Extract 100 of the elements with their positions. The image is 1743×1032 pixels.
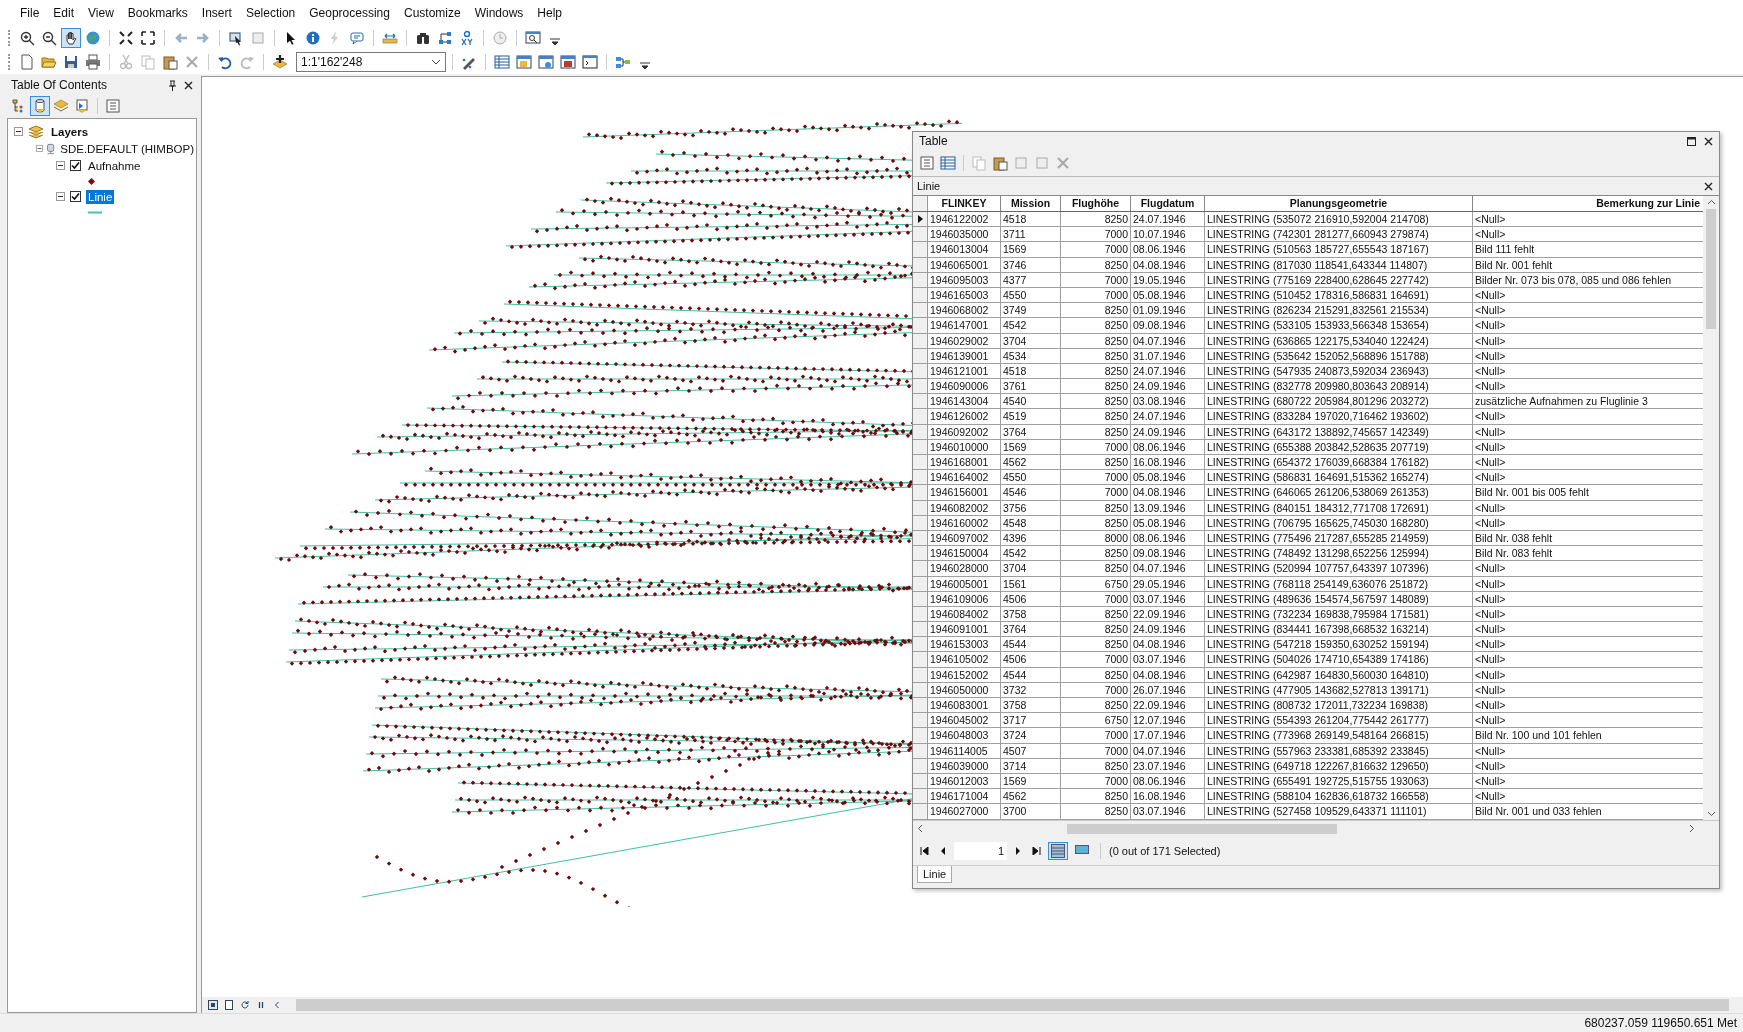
menu-item[interactable]: Edit (47, 4, 83, 22)
options-icon[interactable] (103, 96, 123, 116)
window-title: Table (919, 134, 949, 148)
catalog-window-icon[interactable] (514, 52, 534, 72)
table-cell: 1946050000 (928, 682, 1001, 697)
python-window-icon[interactable] (580, 52, 600, 72)
table-cell: 1946147001 (928, 318, 1001, 333)
layer-group-label[interactable]: Layers (49, 124, 91, 139)
table-cell: LINESTRING (817030 118541,643344 114807) (1205, 257, 1473, 272)
table-cell: 1946048003 (928, 728, 1001, 743)
table-cell: 3704 (1001, 333, 1061, 348)
table-cell: 4507 (1001, 743, 1061, 758)
table-cell: LINESTRING (646065 261206,538069 261353) (1205, 485, 1473, 500)
layer-label[interactable]: Linie (86, 189, 115, 204)
table-cell: 1946027000 (928, 804, 1001, 819)
table-cell: 8250 (1061, 257, 1131, 272)
last-record-icon[interactable] (1032, 846, 1041, 855)
menu-item[interactable]: Bookmarks (121, 4, 196, 22)
row-selector[interactable] (913, 212, 928, 227)
first-record-icon[interactable] (920, 846, 929, 855)
list-by-source-icon[interactable] (30, 96, 50, 116)
table-cell: LINESTRING (748492 131298,652256 125994) (1205, 546, 1473, 561)
table-cell: 24.09.1946 (1131, 622, 1205, 637)
layer-checkbox[interactable] (70, 191, 81, 202)
table-cell: 3714 (1001, 758, 1061, 773)
maximize-icon[interactable] (1687, 136, 1696, 146)
menu-item[interactable]: Help (531, 4, 571, 22)
fixed-zoom-out-icon[interactable] (138, 28, 158, 48)
table-cell: 7000 (1061, 485, 1131, 500)
table-window-icon[interactable] (492, 52, 512, 72)
menu-item[interactable]: Customize (397, 4, 469, 22)
table-tab[interactable]: Linie (917, 865, 953, 883)
table-cell: LINESTRING (636865 122175,534040 122424) (1205, 333, 1473, 348)
current-row-icon (917, 215, 923, 224)
refresh-icon[interactable] (238, 998, 252, 1012)
next-record-icon[interactable] (1015, 846, 1021, 855)
close-icon[interactable] (184, 80, 193, 90)
pin-icon[interactable] (168, 79, 177, 91)
layer-checkbox[interactable] (70, 160, 81, 171)
table-cell: 8250 (1061, 348, 1131, 363)
table-cell: LINESTRING (775169 228400,628645 227742) (1205, 272, 1473, 287)
table-cell: 3764 (1001, 424, 1061, 439)
table-cell: 1946097002 (928, 530, 1001, 546)
close-icon[interactable] (1704, 181, 1713, 191)
table-cell: 7000 (1061, 287, 1131, 303)
table-cell: 1946114005 (928, 743, 1001, 758)
previous-record-icon[interactable] (940, 846, 946, 855)
table-cell: 1946013004 (928, 242, 1001, 257)
menu-item[interactable]: View (82, 4, 122, 22)
dropdown-caret-icon[interactable] (431, 59, 441, 65)
scroll-left-icon[interactable] (917, 824, 923, 833)
table-cell: 1946090006 (928, 379, 1001, 394)
table-cell: 04.07.1946 (1131, 743, 1205, 758)
table-cell: 3761 (1001, 379, 1061, 394)
menu-item[interactable]: Windows (468, 4, 532, 22)
horizontal-scrollbar[interactable] (296, 999, 1729, 1011)
table-cell: LINESTRING (643172 138892,745657 142349) (1205, 424, 1473, 439)
related-tables-icon[interactable] (938, 153, 958, 173)
scroll-thumb[interactable] (1706, 209, 1716, 329)
scale-dropdown[interactable]: 1:1'162'248 (296, 52, 446, 72)
table-cell: 8250 (1061, 394, 1131, 409)
table-cell: 8000 (1061, 530, 1131, 546)
table-cell: LINESTRING (768118 254149,636076 251872) (1205, 576, 1473, 591)
menu-item[interactable]: Insert (195, 4, 240, 22)
scroll-up-icon[interactable] (1706, 199, 1716, 205)
table-cell: 3717 (1001, 713, 1061, 728)
table-cell: 24.09.1946 (1131, 379, 1205, 394)
layer-label[interactable]: Aufnahme (86, 158, 143, 173)
vertical-scrollbar[interactable] (1703, 196, 1719, 820)
menu-item[interactable]: Selection (239, 4, 304, 22)
table-cell: 09.08.1946 (1131, 546, 1205, 561)
table-options-icon[interactable] (917, 153, 937, 173)
table-cell: 8250 (1061, 363, 1131, 379)
table-cell: 1946168001 (928, 455, 1001, 470)
scroll-thumb[interactable] (1067, 823, 1337, 834)
menu-item[interactable]: Geoprocessing (303, 4, 398, 22)
table-cell: 29.05.1946 (1131, 576, 1205, 591)
record-number-field[interactable]: 1 (954, 841, 1007, 860)
search-window-icon[interactable] (536, 52, 556, 72)
database-icon (45, 141, 56, 156)
toolbox-icon[interactable] (558, 52, 578, 72)
collapse-icon[interactable] (36, 144, 43, 153)
close-icon[interactable] (1704, 136, 1713, 146)
menu-item[interactable]: File (14, 4, 48, 22)
table-cell: LINESTRING (840151 184312,771708 172691) (1205, 500, 1473, 515)
scroll-down-icon[interactable] (1706, 810, 1716, 817)
collapse-icon[interactable] (14, 127, 23, 136)
pan-icon[interactable] (61, 28, 81, 48)
collapse-icon[interactable] (56, 192, 65, 201)
layout-view-icon[interactable] (222, 998, 236, 1012)
table-cell: 8250 (1061, 500, 1131, 515)
collapse-icon[interactable] (56, 161, 65, 170)
scroll-right-icon[interactable] (1689, 824, 1695, 833)
clock-icon[interactable] (490, 28, 510, 48)
line-symbol-icon (88, 210, 102, 214)
data-view-icon[interactable] (206, 998, 220, 1012)
print-icon[interactable] (83, 52, 103, 72)
table-cell: 8250 (1061, 804, 1131, 819)
table-cell: 8250 (1061, 212, 1131, 227)
database-label[interactable]: SDE.DEFAULT (HIMBOP) (58, 141, 196, 156)
